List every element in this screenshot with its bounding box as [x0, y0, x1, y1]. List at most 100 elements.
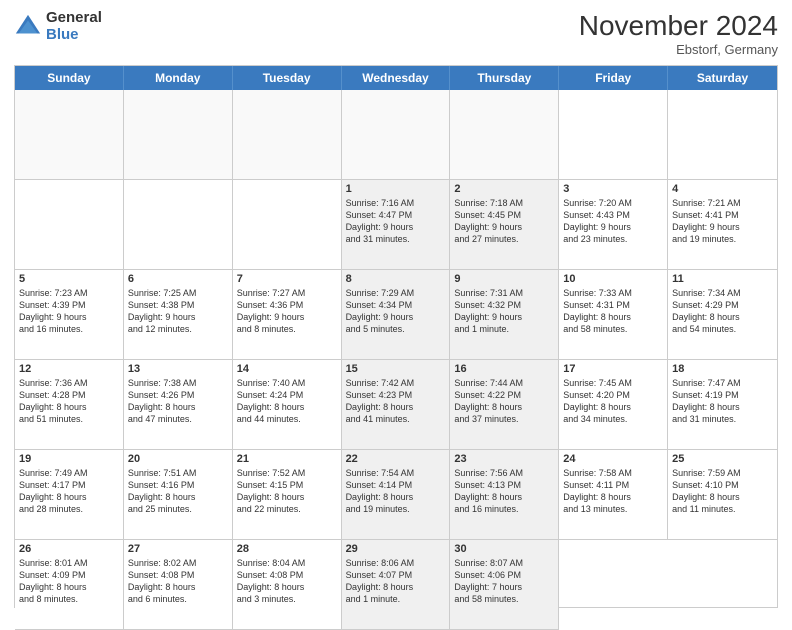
day-number: 1 [346, 183, 446, 195]
calendar-cell-day-6: 6Sunrise: 7:25 AM Sunset: 4:38 PM Daylig… [124, 270, 233, 360]
location: Ebstorf, Germany [579, 42, 778, 57]
day-number: 21 [237, 453, 337, 465]
logo-blue-text: Blue [46, 27, 102, 44]
logo-text: General Blue [46, 10, 102, 43]
day-number: 11 [672, 273, 773, 285]
day-info: Sunrise: 7:31 AM Sunset: 4:32 PM Dayligh… [454, 287, 554, 336]
day-info: Sunrise: 7:47 AM Sunset: 4:19 PM Dayligh… [672, 377, 773, 426]
day-number: 27 [128, 543, 228, 555]
calendar-cell-empty-3 [342, 90, 451, 180]
day-info: Sunrise: 8:02 AM Sunset: 4:08 PM Dayligh… [128, 557, 228, 606]
calendar-cell-day-22: 22Sunrise: 7:54 AM Sunset: 4:14 PM Dayli… [342, 450, 451, 540]
day-info: Sunrise: 8:07 AM Sunset: 4:06 PM Dayligh… [454, 557, 554, 606]
calendar-cell-day-15: 15Sunrise: 7:42 AM Sunset: 4:23 PM Dayli… [342, 360, 451, 450]
day-info: Sunrise: 7:29 AM Sunset: 4:34 PM Dayligh… [346, 287, 446, 336]
calendar-cell-day-16: 16 Sunrise: 7:44 AM Sunset: 4:22 PM Dayli… [450, 360, 559, 450]
day-info: Sunrise: 7:44 AM Sunset: 4:22 PM Dayligh… [454, 377, 554, 426]
calendar: SundayMondayTuesdayWednesdayThursdayFrid… [14, 65, 778, 608]
day-info: Sunrise: 7:38 AM Sunset: 4:26 PM Dayligh… [128, 377, 228, 426]
day-info: Sunrise: 7:21 AM Sunset: 4:41 PM Dayligh… [672, 197, 773, 246]
logo-icon [14, 13, 42, 41]
day-info: Sunrise: 7:27 AM Sunset: 4:36 PM Dayligh… [237, 287, 337, 336]
calendar-cell-day-19: 19 Sunrise: 7:49 AM Sunset: 4:17 PM Dayli… [15, 450, 124, 540]
day-info: Sunrise: 7:36 AM Sunset: 4:28 PM Dayligh… [19, 377, 119, 426]
day-headers: SundayMondayTuesdayWednesdayThursdayFrid… [15, 66, 777, 90]
day-info: Sunrise: 7:34 AM Sunset: 4:29 PM Dayligh… [672, 287, 773, 336]
calendar-cell-day-28: 28Sunrise: 8:04 AM Sunset: 4:08 PM Dayli… [233, 540, 342, 630]
calendar-cell-day-5: 5 Sunrise: 7:23 AM Sunset: 4:39 PM Daylig… [15, 270, 124, 360]
calendar-cell-empty-2 [233, 90, 342, 180]
calendar-cell-day-21: 21 Sunrise: 7:52 AM Sunset: 4:15 PM Dayli… [233, 450, 342, 540]
day-info: Sunrise: 8:06 AM Sunset: 4:07 PM Dayligh… [346, 557, 446, 606]
day-header-friday: Friday [559, 66, 668, 90]
day-number: 16 [454, 363, 554, 375]
day-number: 26 [19, 543, 119, 555]
calendar-grid: 1Sunrise: 7:16 AM Sunset: 4:47 PM Daylig… [15, 90, 777, 607]
day-info: Sunrise: 7:23 AM Sunset: 4:39 PM Dayligh… [19, 287, 119, 336]
day-header-saturday: Saturday [668, 66, 777, 90]
day-number: 22 [346, 453, 446, 465]
logo-general-text: General [46, 10, 102, 27]
day-number: 7 [237, 273, 337, 285]
day-info: Sunrise: 7:25 AM Sunset: 4:38 PM Dayligh… [128, 287, 228, 336]
calendar-cell-day-2: 2 Sunrise: 7:18 AM Sunset: 4:45 PM Daylig… [450, 180, 559, 270]
day-number: 29 [346, 543, 446, 555]
day-number: 20 [128, 453, 228, 465]
calendar-cell-day-14: 14Sunrise: 7:40 AM Sunset: 4:24 PM Dayli… [233, 360, 342, 450]
calendar-cell-day-30: 30 Sunrise: 8:07 AM Sunset: 4:06 PM Dayli… [450, 540, 559, 630]
day-info: Sunrise: 7:45 AM Sunset: 4:20 PM Dayligh… [563, 377, 663, 426]
calendar-cell-day-11: 11 Sunrise: 7:34 AM Sunset: 4:29 PM Dayli… [668, 270, 777, 360]
day-info: Sunrise: 7:18 AM Sunset: 4:45 PM Dayligh… [454, 197, 554, 246]
day-info: Sunrise: 7:56 AM Sunset: 4:13 PM Dayligh… [454, 467, 554, 516]
header: General Blue November 2024 Ebstorf, Germ… [14, 10, 778, 57]
day-info: Sunrise: 8:04 AM Sunset: 4:08 PM Dayligh… [237, 557, 337, 606]
day-info: Sunrise: 8:01 AM Sunset: 4:09 PM Dayligh… [19, 557, 119, 606]
day-number: 8 [346, 273, 446, 285]
day-number: 4 [672, 183, 773, 195]
calendar-cell-day-10: 10 Sunrise: 7:33 AM Sunset: 4:31 PM Dayli… [559, 270, 668, 360]
calendar-cell-day-27: 27 Sunrise: 8:02 AM Sunset: 4:08 PM Dayli… [124, 540, 233, 630]
calendar-cell-day-3: 3 Sunrise: 7:20 AM Sunset: 4:43 PM Daylig… [559, 180, 668, 270]
day-number: 24 [563, 453, 663, 465]
day-number: 10 [563, 273, 663, 285]
calendar-cell-day-7: 7 Sunrise: 7:27 AM Sunset: 4:36 PM Daylig… [233, 270, 342, 360]
day-info: Sunrise: 7:58 AM Sunset: 4:11 PM Dayligh… [563, 467, 663, 516]
day-header-sunday: Sunday [15, 66, 124, 90]
day-header-monday: Monday [124, 66, 233, 90]
calendar-cell-day-29: 29 Sunrise: 8:06 AM Sunset: 4:07 PM Dayli… [342, 540, 451, 630]
day-number: 9 [454, 273, 554, 285]
day-number: 5 [19, 273, 119, 285]
calendar-cell-day-13: 13Sunrise: 7:38 AM Sunset: 4:26 PM Dayli… [124, 360, 233, 450]
calendar-cell-day-empty [124, 180, 233, 270]
day-number: 12 [19, 363, 119, 375]
day-number: 2 [454, 183, 554, 195]
calendar-cell-day-12: 12 Sunrise: 7:36 AM Sunset: 4:28 PM Dayli… [15, 360, 124, 450]
day-number: 23 [454, 453, 554, 465]
day-number: 25 [672, 453, 773, 465]
title-section: November 2024 Ebstorf, Germany [579, 10, 778, 57]
day-info: Sunrise: 7:20 AM Sunset: 4:43 PM Dayligh… [563, 197, 663, 246]
calendar-cell-day-20: 20 Sunrise: 7:51 AM Sunset: 4:16 PM Dayli… [124, 450, 233, 540]
month-title: November 2024 [579, 10, 778, 42]
day-number: 30 [454, 543, 554, 555]
calendar-cell-empty-0 [15, 90, 124, 180]
calendar-cell-day-empty [559, 90, 668, 180]
day-header-wednesday: Wednesday [342, 66, 451, 90]
day-info: Sunrise: 7:33 AM Sunset: 4:31 PM Dayligh… [563, 287, 663, 336]
calendar-cell-day-1: 1Sunrise: 7:16 AM Sunset: 4:47 PM Daylig… [342, 180, 451, 270]
day-number: 19 [19, 453, 119, 465]
day-info: Sunrise: 7:49 AM Sunset: 4:17 PM Dayligh… [19, 467, 119, 516]
day-number: 3 [563, 183, 663, 195]
calendar-cell-day-24: 24 Sunrise: 7:58 AM Sunset: 4:11 PM Dayli… [559, 450, 668, 540]
day-info: Sunrise: 7:52 AM Sunset: 4:15 PM Dayligh… [237, 467, 337, 516]
day-info: Sunrise: 7:59 AM Sunset: 4:10 PM Dayligh… [672, 467, 773, 516]
calendar-cell-day-25: 25 Sunrise: 7:59 AM Sunset: 4:10 PM Dayli… [668, 450, 777, 540]
day-header-tuesday: Tuesday [233, 66, 342, 90]
calendar-cell-day-17: 17 Sunrise: 7:45 AM Sunset: 4:20 PM Dayli… [559, 360, 668, 450]
day-number: 17 [563, 363, 663, 375]
calendar-cell-day-26: 26 Sunrise: 8:01 AM Sunset: 4:09 PM Dayli… [15, 540, 124, 630]
day-number: 14 [237, 363, 337, 375]
calendar-cell-empty-4 [450, 90, 559, 180]
logo: General Blue [14, 10, 102, 43]
day-info: Sunrise: 7:51 AM Sunset: 4:16 PM Dayligh… [128, 467, 228, 516]
